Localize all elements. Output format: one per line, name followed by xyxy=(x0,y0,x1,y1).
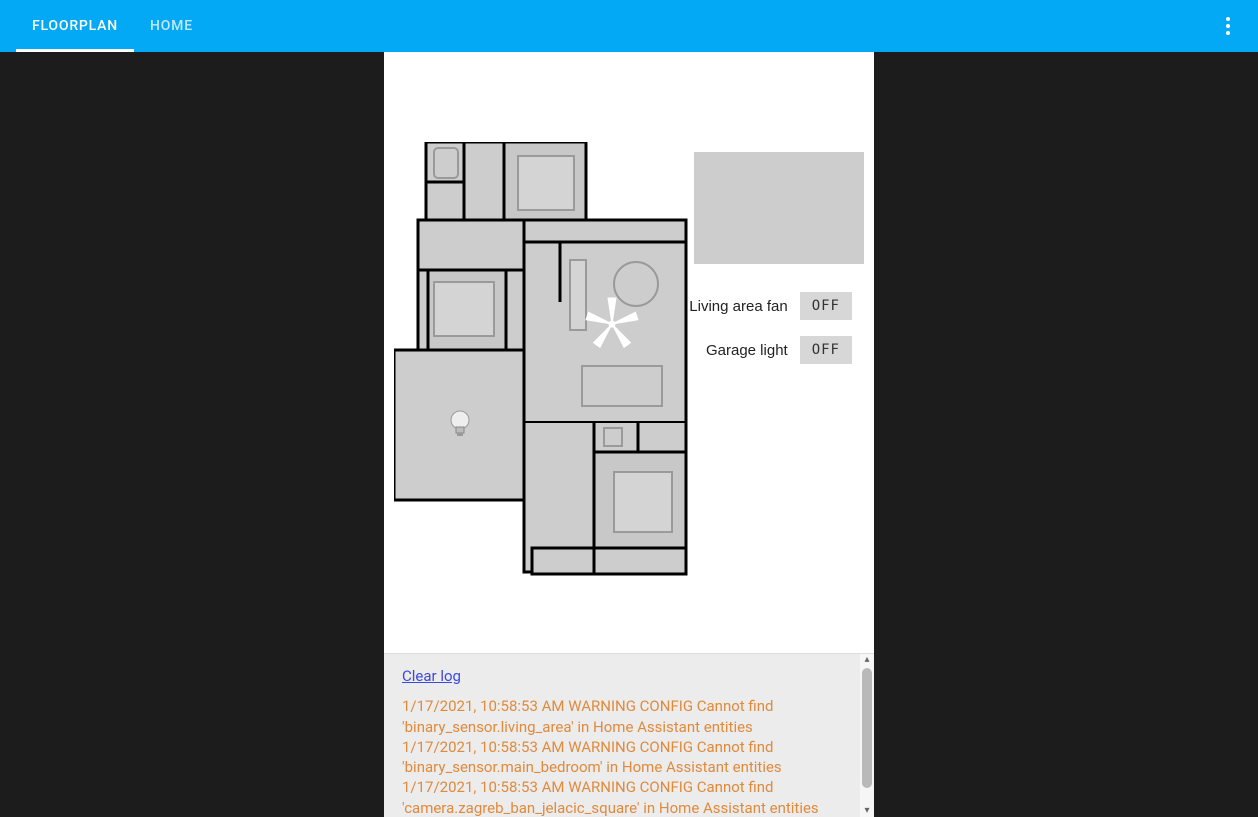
clear-log-link[interactable]: Clear log xyxy=(402,667,461,685)
scroll-up-icon[interactable]: ▴ xyxy=(864,654,869,666)
tab-home[interactable]: HOME xyxy=(134,0,209,52)
floorplan-card: Living area fan OFF Garage light OFF Cle… xyxy=(384,52,874,817)
floorplan-image[interactable] xyxy=(394,142,694,582)
log-entry: 1/17/2021, 10:58:53 AM WARNING CONFIG Ca… xyxy=(402,737,856,778)
log-entry: 1/17/2021, 10:58:53 AM WARNING CONFIG Ca… xyxy=(402,777,856,817)
controls-panel: Living area fan OFF Garage light OFF xyxy=(689,292,852,364)
log-scrollbar[interactable]: ▴ ▾ xyxy=(860,654,874,817)
camera-placeholder[interactable] xyxy=(694,152,864,264)
control-row-fan: Living area fan OFF xyxy=(689,292,852,320)
more-vert-icon[interactable] xyxy=(1216,14,1240,38)
garage-label: Garage light xyxy=(706,342,788,359)
app-header: FLOORPLAN HOME xyxy=(0,0,1258,52)
garage-toggle-button[interactable]: OFF xyxy=(800,336,852,364)
fan-toggle-button[interactable]: OFF xyxy=(800,292,852,320)
scroll-thumb[interactable] xyxy=(862,668,872,788)
log-entry: 1/17/2021, 10:58:53 AM WARNING CONFIG Ca… xyxy=(402,696,856,737)
log-content: Clear log 1/17/2021, 10:58:53 AM WARNING… xyxy=(384,654,874,817)
floorplan-panel: Living area fan OFF Garage light OFF xyxy=(384,52,874,653)
control-row-garage: Garage light OFF xyxy=(689,336,852,364)
tab-floorplan[interactable]: FLOORPLAN xyxy=(16,0,134,52)
content-area: Living area fan OFF Garage light OFF Cle… xyxy=(0,52,1258,817)
log-panel: Clear log 1/17/2021, 10:58:53 AM WARNING… xyxy=(384,653,874,817)
scroll-down-icon[interactable]: ▾ xyxy=(864,805,869,817)
fan-label: Living area fan xyxy=(689,298,787,315)
